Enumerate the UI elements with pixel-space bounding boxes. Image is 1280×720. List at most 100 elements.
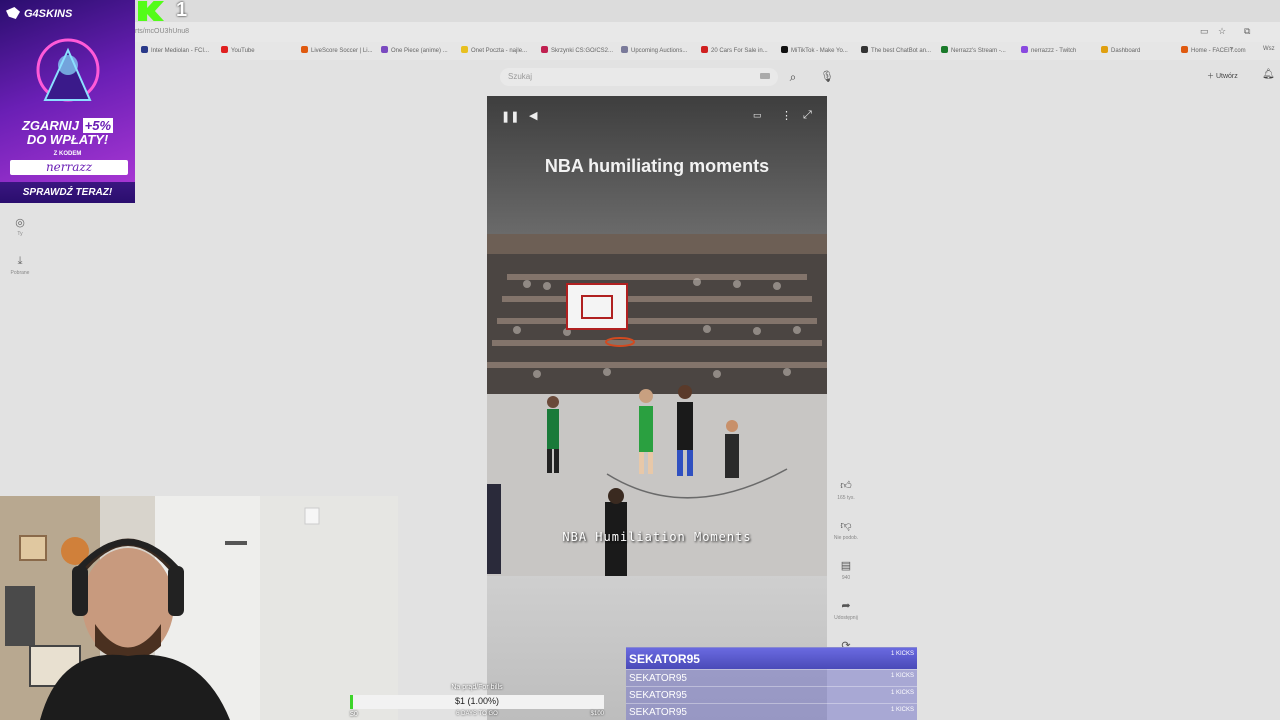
dislike-button[interactable]: 👎︎ Nie podob. bbox=[830, 519, 862, 541]
video-caption: NBA Humiliation Moments bbox=[562, 530, 752, 544]
bookmark-label: 20 Cars For Sale in... bbox=[711, 48, 768, 54]
bookmark-favicon-icon bbox=[1181, 46, 1188, 53]
goal-max: $100 bbox=[590, 711, 604, 717]
thumbs-down-icon: 👎︎ bbox=[840, 520, 852, 532]
address-bar[interactable]: rts/mcOU3hUnu8 ▭ ☆ ⧉ bbox=[135, 22, 1280, 42]
sub-row: SEKATOR95 1 KICKS bbox=[626, 669, 917, 686]
search-button[interactable]: ⌕ bbox=[784, 68, 802, 86]
streamer-webcam bbox=[0, 496, 398, 720]
voice-search-button[interactable]: 🎙︎ bbox=[820, 68, 834, 86]
search-input[interactable]: Szukaj bbox=[500, 68, 778, 86]
recent-subs-list: SEKATOR95 1 KICKS SEKATOR95 1 KICKS SEKATOR9… bbox=[626, 647, 917, 720]
sidebar-item-label: Pobrane bbox=[10, 270, 30, 276]
fullscreen-icon[interactable]: ⤢ bbox=[803, 109, 812, 122]
bookmark-favicon-icon bbox=[221, 46, 228, 53]
install-icon[interactable]: ▭ bbox=[1200, 26, 1209, 37]
bookmark-item[interactable]: 20 Cars For Sale in... bbox=[701, 46, 768, 54]
notifications-button[interactable]: 🔔︎ bbox=[1262, 69, 1276, 85]
goal-label: Na prąd/For bills bbox=[451, 684, 503, 691]
bookmark-item[interactable]: Home - FACEIT.com bbox=[1181, 46, 1246, 54]
sponsor-banner: G4SKINS ZGARNIJ +5% DO WPŁATY! Z KODEM n… bbox=[0, 0, 135, 203]
star-icon[interactable]: ☆ bbox=[1218, 26, 1226, 37]
create-label: Utwórz bbox=[1215, 73, 1238, 80]
bookmarks-overflow-icon[interactable]: » bbox=[1230, 46, 1233, 52]
bookmark-label: Onet Poczta - najle... bbox=[471, 48, 528, 54]
sub-kicks: 1 KICKS bbox=[890, 651, 914, 657]
download-icon: ⤓ bbox=[17, 255, 23, 267]
sub-kicks: 1 KICKS bbox=[890, 690, 914, 696]
extensions-icon[interactable]: ⧉ bbox=[1244, 26, 1250, 37]
create-button[interactable]: ＋ Utwórz bbox=[1207, 69, 1255, 85]
kick-count: 1 bbox=[176, 0, 188, 21]
bookmark-item[interactable]: Onet Poczta - najle... bbox=[461, 46, 527, 54]
url-text: rts/mcOU3hUnu8 bbox=[135, 28, 190, 35]
sub-row: SEKATOR95 1 KICKS bbox=[626, 703, 917, 720]
banner-percent: +5% bbox=[82, 118, 114, 133]
bookmark-item[interactable]: YouTube bbox=[221, 46, 255, 54]
keyboard-icon[interactable] bbox=[760, 73, 770, 79]
bookmark-label: YouTube bbox=[231, 48, 255, 54]
share-icon: ➦ bbox=[841, 600, 851, 612]
bookmark-label: Home - FACEIT.com bbox=[1191, 48, 1246, 54]
bookmark-item[interactable]: Upcoming Auctions... bbox=[621, 46, 687, 54]
sponsor-artwork bbox=[36, 38, 100, 102]
bookmark-label: Inter Mediolan - FCI... bbox=[151, 48, 210, 54]
search-placeholder: Szukaj bbox=[508, 72, 533, 81]
bookmark-favicon-icon bbox=[621, 46, 628, 53]
sub-username: SEKATOR95 bbox=[629, 652, 700, 666]
plus-icon: ＋ bbox=[1207, 73, 1214, 80]
bookmark-item[interactable]: One Piece (anime) ... bbox=[381, 46, 448, 54]
bookmark-item[interactable]: The best ChatBot an... bbox=[861, 46, 931, 54]
microphone-icon: 🎙︎ bbox=[820, 71, 834, 83]
bookmark-favicon-icon bbox=[381, 46, 388, 53]
banner-headline: ZGARNIJ +5% bbox=[0, 118, 135, 133]
bookmark-item[interactable]: LiveScore Soccer | Li... bbox=[301, 46, 373, 54]
bookmark-label: Upcoming Auctions... bbox=[631, 48, 688, 54]
sub-username: SEKATOR95 bbox=[629, 707, 687, 718]
pause-icon[interactable]: ❚❚ bbox=[501, 110, 519, 123]
goal-progress-bar: $1 (1.00%) bbox=[350, 695, 604, 709]
sub-row: SEKATOR95 1 KICKS bbox=[626, 647, 917, 669]
donation-goal: Na prąd/For bills $1 (1.00%) $0 6 DAYS T… bbox=[350, 684, 604, 720]
bookmark-item[interactable]: Inter Mediolan - FCI... bbox=[141, 46, 209, 54]
comment-count: 940 bbox=[841, 575, 851, 581]
sub-kicks: 1 KICKS bbox=[890, 673, 914, 679]
bookmark-label: The best ChatBot an... bbox=[871, 48, 932, 54]
volume-icon[interactable]: ◀︎ bbox=[529, 109, 537, 122]
banner-code-label: Z KODEM bbox=[53, 151, 82, 157]
bell-icon: 🔔︎ bbox=[1262, 69, 1275, 80]
shorts-video-player[interactable]: NBA humiliating moments NBA Humiliation … bbox=[487, 96, 827, 576]
video-title-overlay: NBA humiliating moments bbox=[544, 156, 770, 176]
user-icon: ◎ bbox=[15, 217, 25, 229]
bookmark-label: Skrzynki CS:GO/CS2... bbox=[551, 48, 614, 54]
bookmark-label: LiveScore Soccer | Li... bbox=[311, 48, 373, 54]
bookmark-item[interactable]: MiTikTok - Make Yo... bbox=[781, 46, 848, 54]
bookmark-item[interactable]: Dashboard bbox=[1101, 46, 1140, 54]
sponsor-brand: G4SKINS bbox=[24, 8, 73, 20]
video-title-area: NBA humiliating moments bbox=[487, 96, 827, 234]
sidebar-item-you[interactable]: ◎ Ty bbox=[6, 216, 34, 237]
bookmarks-bar: Inter Mediolan - FCI... YouTube LiveScore … bbox=[135, 42, 1280, 60]
bookmark-label: Dashboard bbox=[1111, 48, 1141, 54]
captions-icon[interactable]: ▭ bbox=[753, 110, 762, 121]
banner-promo-code: nerrazz bbox=[10, 160, 128, 175]
bookmark-label: Nerrazz's Stream -... bbox=[951, 48, 1006, 54]
like-button[interactable]: 👍︎ 165 tys. bbox=[830, 479, 862, 501]
sub-row: SEKATOR95 1 KICKS bbox=[626, 686, 917, 703]
comment-icon: ▤ bbox=[840, 560, 852, 572]
sidebar-item-downloads[interactable]: ⤓ Pobrane bbox=[6, 255, 34, 276]
basketball-scene bbox=[487, 234, 827, 576]
bookmark-favicon-icon bbox=[301, 46, 308, 53]
share-button[interactable]: ➦ Udostępnij bbox=[830, 599, 862, 621]
comments-button[interactable]: ▤ 940 bbox=[830, 559, 862, 581]
more-options-icon[interactable]: ⋮ bbox=[781, 109, 792, 122]
bookmark-favicon-icon bbox=[861, 46, 868, 53]
bookmark-item[interactable]: nerrazzz - Twitch bbox=[1021, 46, 1076, 54]
bookmark-item[interactable]: Nerrazz's Stream -... bbox=[941, 46, 1006, 54]
bookmark-item[interactable]: Skrzynki CS:GO/CS2... bbox=[541, 46, 613, 54]
bookmark-favicon-icon bbox=[461, 46, 468, 53]
search-icon: ⌕ bbox=[789, 70, 797, 84]
kick-counter: 1 bbox=[138, 0, 198, 22]
thumbs-up-icon: 👍︎ bbox=[840, 480, 852, 492]
other-bookmarks[interactable]: Wsz bbox=[1263, 46, 1275, 52]
